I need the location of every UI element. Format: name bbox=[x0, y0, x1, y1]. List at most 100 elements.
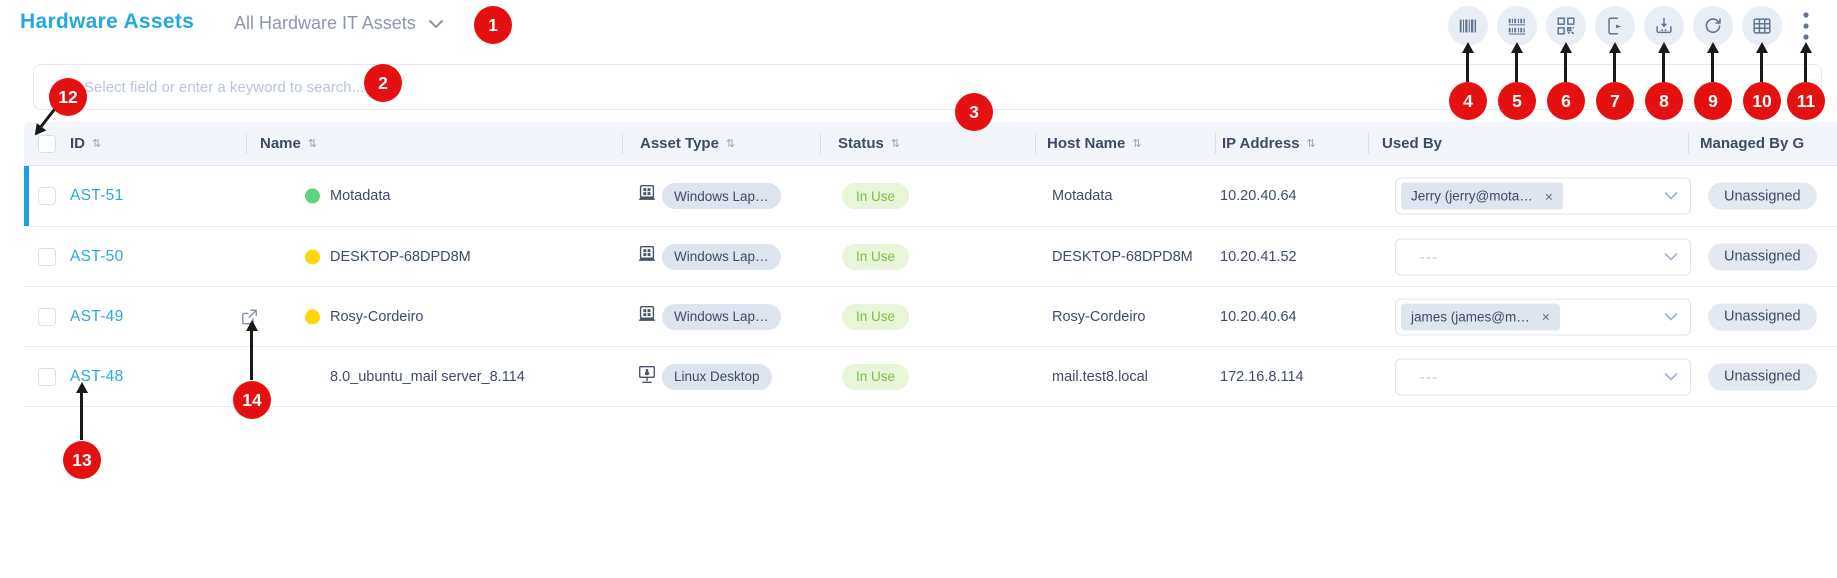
chevron-down-icon bbox=[1664, 312, 1678, 321]
ip-address: 10.20.40.64 bbox=[1220, 308, 1297, 325]
refresh-icon bbox=[1705, 18, 1721, 34]
select-all-checkbox[interactable] bbox=[38, 134, 56, 153]
status-dot bbox=[305, 249, 320, 264]
callout-6: 6 bbox=[1547, 82, 1585, 120]
used-by-select[interactable]: Jerry (jerry@mota… × bbox=[1395, 177, 1691, 215]
chevron-down-icon bbox=[1664, 192, 1678, 200]
row-checkbox[interactable] bbox=[38, 367, 56, 386]
windows-laptop-icon bbox=[636, 303, 658, 330]
asset-id-link[interactable]: AST-51 bbox=[70, 187, 124, 205]
chip-remove-icon[interactable]: × bbox=[1545, 188, 1553, 204]
callout-arrow bbox=[1657, 42, 1670, 82]
ip-address: 10.20.41.52 bbox=[1220, 248, 1297, 265]
table-row[interactable]: AST-49 Rosy-Cordeiro Windows Lap… In Use bbox=[24, 287, 1837, 347]
asset-type-badge: Linux Desktop bbox=[662, 363, 772, 390]
chip-remove-icon[interactable]: × bbox=[1542, 309, 1550, 325]
barcode-icon bbox=[1459, 19, 1477, 33]
callout-5: 5 bbox=[1498, 82, 1536, 120]
callout-arrow bbox=[1755, 42, 1768, 82]
callout-arrow bbox=[75, 382, 88, 440]
column-header-host-name[interactable]: Host Name ⇅ bbox=[1047, 122, 1142, 165]
export-icon bbox=[1608, 17, 1622, 35]
host-name: Rosy-Cordeiro bbox=[1052, 308, 1146, 325]
used-by-chip-label: james (james@m… bbox=[1411, 309, 1530, 324]
column-header-name[interactable]: Name ⇅ bbox=[260, 122, 317, 165]
chevron-down-icon bbox=[428, 19, 443, 28]
used-by-placeholder: --- bbox=[1420, 368, 1439, 385]
column-header-managed-by[interactable]: Managed By G bbox=[1700, 122, 1804, 165]
column-header-status[interactable]: Status ⇅ bbox=[838, 122, 900, 165]
column-divider bbox=[622, 133, 623, 154]
row-checkbox[interactable] bbox=[38, 307, 56, 326]
callout-arrow bbox=[1461, 42, 1474, 82]
asset-name: DESKTOP-68DPD8M bbox=[330, 248, 471, 265]
view-selector-label: All Hardware IT Assets bbox=[234, 13, 416, 33]
column-selector-button[interactable] bbox=[1742, 6, 1782, 46]
hardware-assets-page: Hardware Assets All Hardware IT Assets S… bbox=[0, 0, 1837, 578]
asset-type-badge: Windows Lap… bbox=[662, 183, 781, 209]
row-checkbox[interactable] bbox=[38, 187, 56, 205]
asset-name: Rosy-Cordeiro bbox=[330, 308, 424, 325]
callout-9: 9 bbox=[1694, 82, 1732, 120]
more-options-button[interactable] bbox=[1791, 8, 1821, 44]
ip-address: 172.16.8.114 bbox=[1220, 368, 1304, 385]
refresh-button[interactable] bbox=[1693, 6, 1733, 46]
column-header-used-by[interactable]: Used By bbox=[1382, 122, 1442, 165]
column-header-id[interactable]: ID ⇅ bbox=[70, 122, 101, 165]
qr-code-icon bbox=[1557, 17, 1575, 35]
table-row[interactable]: AST-48 8.0_ubuntu_mail server_8.114 Linu… bbox=[24, 347, 1837, 407]
column-header-asset-type[interactable]: Asset Type ⇅ bbox=[640, 122, 735, 165]
windows-laptop-icon bbox=[636, 243, 658, 270]
column-divider bbox=[1035, 133, 1036, 154]
callout-7: 7 bbox=[1596, 82, 1634, 120]
sort-icon: ⇅ bbox=[725, 137, 736, 150]
ip-address: 10.20.40.64 bbox=[1220, 188, 1297, 204]
print-multiple-barcodes-button[interactable] bbox=[1497, 6, 1537, 46]
import-button[interactable] bbox=[1644, 6, 1684, 46]
sort-icon: ⇅ bbox=[1306, 137, 1316, 150]
callout-8: 8 bbox=[1645, 82, 1683, 120]
page-title: Hardware Assets bbox=[20, 10, 195, 33]
used-by-select[interactable]: james (james@m… × bbox=[1395, 298, 1691, 335]
callout-12: 12 bbox=[49, 78, 87, 116]
used-by-select[interactable]: --- bbox=[1395, 358, 1691, 395]
row-checkbox[interactable] bbox=[38, 247, 56, 266]
chevron-down-icon bbox=[1664, 372, 1678, 381]
asset-id-link[interactable]: AST-50 bbox=[70, 248, 124, 266]
column-header-ip-address[interactable]: IP Address ⇅ bbox=[1222, 122, 1316, 165]
table-header-row: ID ⇅ Name ⇅ Asset Type ⇅ Status ⇅ Host N… bbox=[24, 122, 1837, 166]
asset-id-link[interactable]: AST-49 bbox=[70, 308, 124, 326]
callout-1: 1 bbox=[474, 6, 512, 44]
export-button[interactable] bbox=[1595, 6, 1635, 46]
callout-11: 11 bbox=[1787, 82, 1825, 120]
assets-table: ID ⇅ Name ⇅ Asset Type ⇅ Status ⇅ Host N… bbox=[24, 122, 1837, 407]
asset-type-badge: Windows Lap… bbox=[662, 243, 781, 270]
sort-icon: ⇅ bbox=[1132, 137, 1142, 150]
import-icon bbox=[1656, 17, 1672, 34]
callout-arrow bbox=[1706, 42, 1719, 82]
table-row[interactable]: AST-51 Motadata Windows Lap… In Use Mota… bbox=[24, 166, 1837, 227]
column-divider bbox=[820, 133, 821, 154]
managed-by-badge: Unassigned bbox=[1708, 303, 1817, 330]
print-barcode-button[interactable] bbox=[1448, 6, 1488, 46]
callout-arrow bbox=[1559, 42, 1572, 82]
print-qr-code-button[interactable] bbox=[1546, 6, 1586, 46]
used-by-select[interactable]: --- bbox=[1395, 238, 1691, 275]
column-divider bbox=[1215, 133, 1216, 154]
status-badge: In Use bbox=[842, 183, 910, 209]
table-row[interactable]: AST-50 DESKTOP-68DPD8M Windows Lap… In U… bbox=[24, 227, 1837, 287]
managed-by-badge: Unassigned bbox=[1708, 243, 1817, 270]
status-dot bbox=[305, 309, 320, 324]
used-by-chip: Jerry (jerry@mota… × bbox=[1401, 182, 1563, 210]
callout-2: 2 bbox=[364, 64, 402, 102]
asset-name: 8.0_ubuntu_mail server_8.114 bbox=[330, 368, 525, 385]
sort-icon: ⇅ bbox=[890, 137, 901, 150]
status-badge: In Use bbox=[842, 243, 910, 270]
view-selector-dropdown[interactable]: All Hardware IT Assets bbox=[234, 13, 444, 34]
host-name: mail.test8.local bbox=[1052, 368, 1148, 385]
callout-14: 14 bbox=[233, 381, 271, 419]
used-by-placeholder: --- bbox=[1420, 248, 1439, 265]
callout-arrow bbox=[1510, 42, 1523, 82]
managed-by-badge: Unassigned bbox=[1708, 363, 1817, 390]
used-by-chip: james (james@m… × bbox=[1401, 303, 1560, 330]
